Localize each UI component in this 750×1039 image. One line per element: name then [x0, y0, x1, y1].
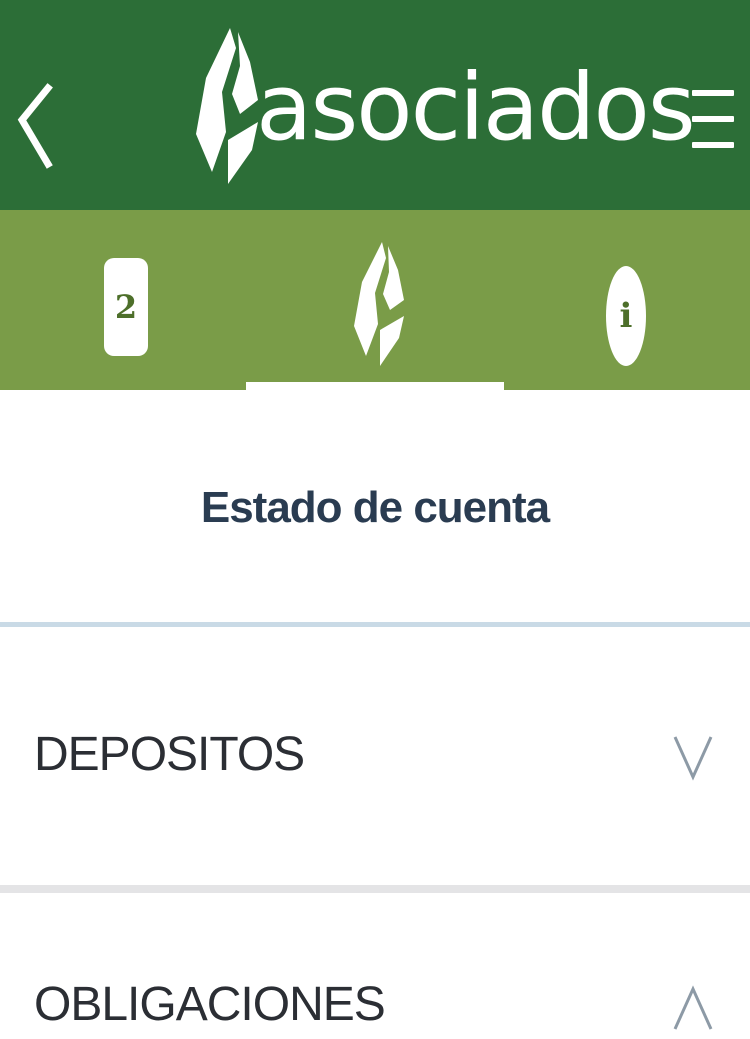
menu-button[interactable] [688, 80, 740, 160]
info-label: i [619, 296, 633, 336]
menu-line [692, 142, 734, 148]
badge-count: 2 [114, 288, 138, 326]
menu-line [692, 116, 734, 122]
section-divider [0, 885, 750, 893]
accordion-depositos[interactable]: DEPOSITOS [0, 627, 750, 885]
tab-selected-indicator [246, 382, 504, 390]
tab-bar: 2 i [0, 210, 750, 390]
tab-info[interactable]: i [500, 210, 750, 390]
brand-name: asociados [256, 54, 696, 161]
menu-line [692, 90, 734, 96]
tab-home[interactable] [250, 210, 500, 390]
back-button[interactable] [8, 70, 58, 170]
chevron-left-icon [17, 83, 53, 169]
brand-logo-icon [354, 242, 404, 366]
tab-notifications[interactable]: 2 [0, 210, 250, 390]
brand-logo: asociados [188, 22, 696, 192]
page-title-text: Estado de cuenta [200, 483, 550, 532]
chevron-up-icon [673, 985, 713, 1030]
chevron-down-icon [673, 736, 713, 781]
info-icon: i [606, 266, 646, 366]
notification-badge: 2 [104, 258, 148, 356]
accordion-obligaciones[interactable]: OBLIGACIONES [0, 893, 750, 1030]
accordion-label: OBLIGACIONES [34, 978, 386, 1031]
page-title: Estado de cuenta [0, 390, 750, 626]
accordion-label: DEPOSITOS [34, 728, 305, 781]
brand-logo-icon [196, 28, 258, 184]
app-header: asociados [0, 0, 750, 210]
